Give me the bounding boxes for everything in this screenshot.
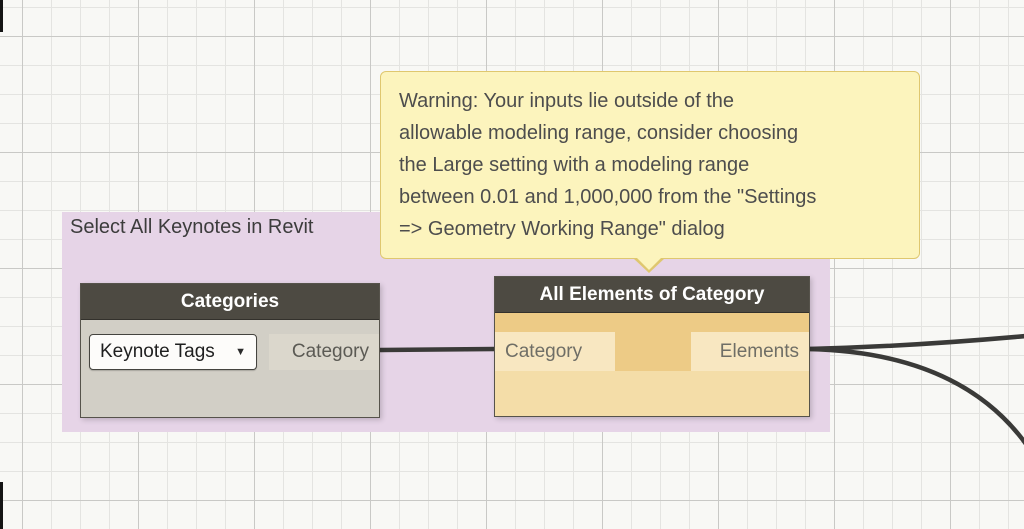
all-elements-node-title: All Elements of Category xyxy=(539,283,765,305)
tooltip-pointer-fill xyxy=(635,256,663,270)
output-port-category[interactable]: Category xyxy=(269,334,379,370)
all-elements-node-body: Category Elements xyxy=(495,313,809,416)
wire-category-to-category[interactable] xyxy=(375,346,498,353)
output-port-category-label: Category xyxy=(291,341,369,362)
warning-tooltip: Warning: Your inputs lie outside of the … xyxy=(380,71,920,273)
dynamo-canvas[interactable]: Select All Keynotes in Revit Categories … xyxy=(0,0,1024,529)
all-elements-node-warning-area xyxy=(495,371,809,416)
categories-node[interactable]: Categories Keynote Tags ▼ Category xyxy=(80,283,380,418)
category-dropdown[interactable]: Keynote Tags ▼ xyxy=(89,334,257,370)
output-port-elements-label: Elements xyxy=(719,340,799,362)
edge-mark-top xyxy=(0,0,3,32)
wire-elements-out-upper[interactable] xyxy=(805,333,1024,352)
all-elements-node-header[interactable]: All Elements of Category xyxy=(495,277,809,313)
chevron-down-icon: ▼ xyxy=(235,346,246,358)
warning-text: Warning: Your inputs lie outside of the … xyxy=(399,90,817,240)
input-port-category-label: Category xyxy=(505,340,583,362)
wire-elements-out-lower[interactable] xyxy=(805,346,1024,446)
category-dropdown-value: Keynote Tags xyxy=(100,341,215,362)
categories-node-header[interactable]: Categories xyxy=(81,284,379,320)
all-elements-of-category-node[interactable]: All Elements of Category Category Elemen… xyxy=(494,276,810,417)
categories-node-body: Keynote Tags ▼ Category xyxy=(81,320,379,417)
edge-mark-bottom xyxy=(0,482,3,529)
output-port-elements[interactable]: Elements xyxy=(691,332,809,371)
categories-node-title: Categories xyxy=(180,290,280,312)
input-port-category[interactable]: Category xyxy=(495,332,615,371)
